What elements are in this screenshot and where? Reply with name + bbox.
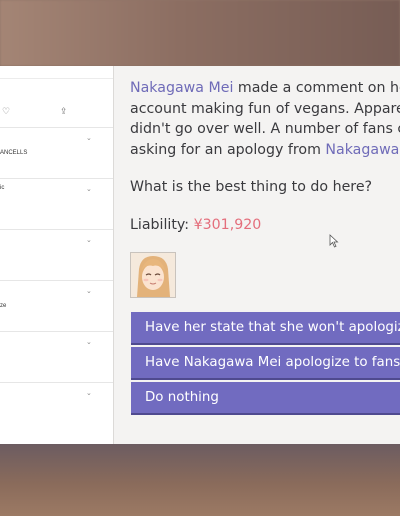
event-description: Nakagawa Mei made a comment on he accoun… xyxy=(130,78,400,160)
story-text: made a comment on he xyxy=(233,80,400,96)
chevron-down-icon[interactable]: ⌄ xyxy=(86,236,92,244)
chevron-down-icon[interactable]: ⌄ xyxy=(86,185,92,193)
liability-label: Liability: xyxy=(130,217,190,233)
feed-item[interactable]: ⌄ xyxy=(0,332,113,383)
feed-header xyxy=(0,66,113,79)
story-line: didn't go over well. A number of fans c xyxy=(130,121,400,137)
feed-item[interactable]: ⌄ xyxy=(0,230,113,281)
blurred-background-top xyxy=(0,0,400,66)
character-name: Nakagawa Mei xyxy=(130,80,234,96)
event-question: What is the best thing to do here? xyxy=(130,179,373,195)
liability-line: Liability: ¥301,920 xyxy=(130,217,261,233)
chevron-down-icon[interactable]: ⌄ xyxy=(86,389,92,397)
heart-icon[interactable]: ♡ xyxy=(2,107,10,117)
share-icon[interactable]: ⇪ xyxy=(60,107,68,117)
feed-item[interactable]: ⌄ ANCELLS xyxy=(0,128,113,179)
mouse-cursor-icon xyxy=(329,234,339,248)
story-line: asking for an apology from Nakagawa xyxy=(130,140,400,161)
feed-item[interactable]: ⌄ ic xyxy=(0,179,113,230)
chevron-down-icon[interactable]: ⌄ xyxy=(86,338,92,346)
blurred-background-bottom xyxy=(0,444,400,516)
event-dialog: Nakagawa Mei made a comment on he accoun… xyxy=(114,66,400,444)
choice-refuse-apology-button[interactable]: Have her state that she won't apologize xyxy=(131,312,400,343)
choice-do-nothing-button[interactable]: Do nothing xyxy=(131,382,400,413)
chevron-down-icon[interactable]: ⌄ xyxy=(86,287,92,295)
story-line: Nakagawa Mei made a comment on he xyxy=(130,78,400,99)
character-portrait xyxy=(130,252,176,298)
feed-item[interactable]: ⌄ xyxy=(0,383,113,433)
choice-apologize-button[interactable]: Have Nakagawa Mei apologize to fans xyxy=(131,347,400,378)
feed-item-snippet: ANCELLS xyxy=(0,150,28,156)
character-name: Nakagawa xyxy=(325,141,400,158)
story-text: asking for an apology from xyxy=(130,141,326,158)
chevron-down-icon[interactable]: ⌄ xyxy=(86,134,92,142)
social-feed-panel: ♡ ⇪ ⌄ ANCELLS ⌄ ic ⌄ ⌄ ze ⌄ ⌄ xyxy=(0,66,114,444)
feed-post-actions: ♡ ⇪ xyxy=(0,79,113,128)
feed-item-snippet: ze xyxy=(0,303,7,309)
feed-item[interactable]: ⌄ ze xyxy=(0,281,113,332)
story-line: account making fun of vegans. Appare xyxy=(130,100,400,117)
game-window: ♡ ⇪ ⌄ ANCELLS ⌄ ic ⌄ ⌄ ze ⌄ ⌄ Nakagawa M… xyxy=(0,66,400,444)
feed-item-snippet: ic xyxy=(0,185,5,191)
liability-amount: ¥301,920 xyxy=(193,217,262,233)
character-avatar-icon xyxy=(131,253,175,297)
